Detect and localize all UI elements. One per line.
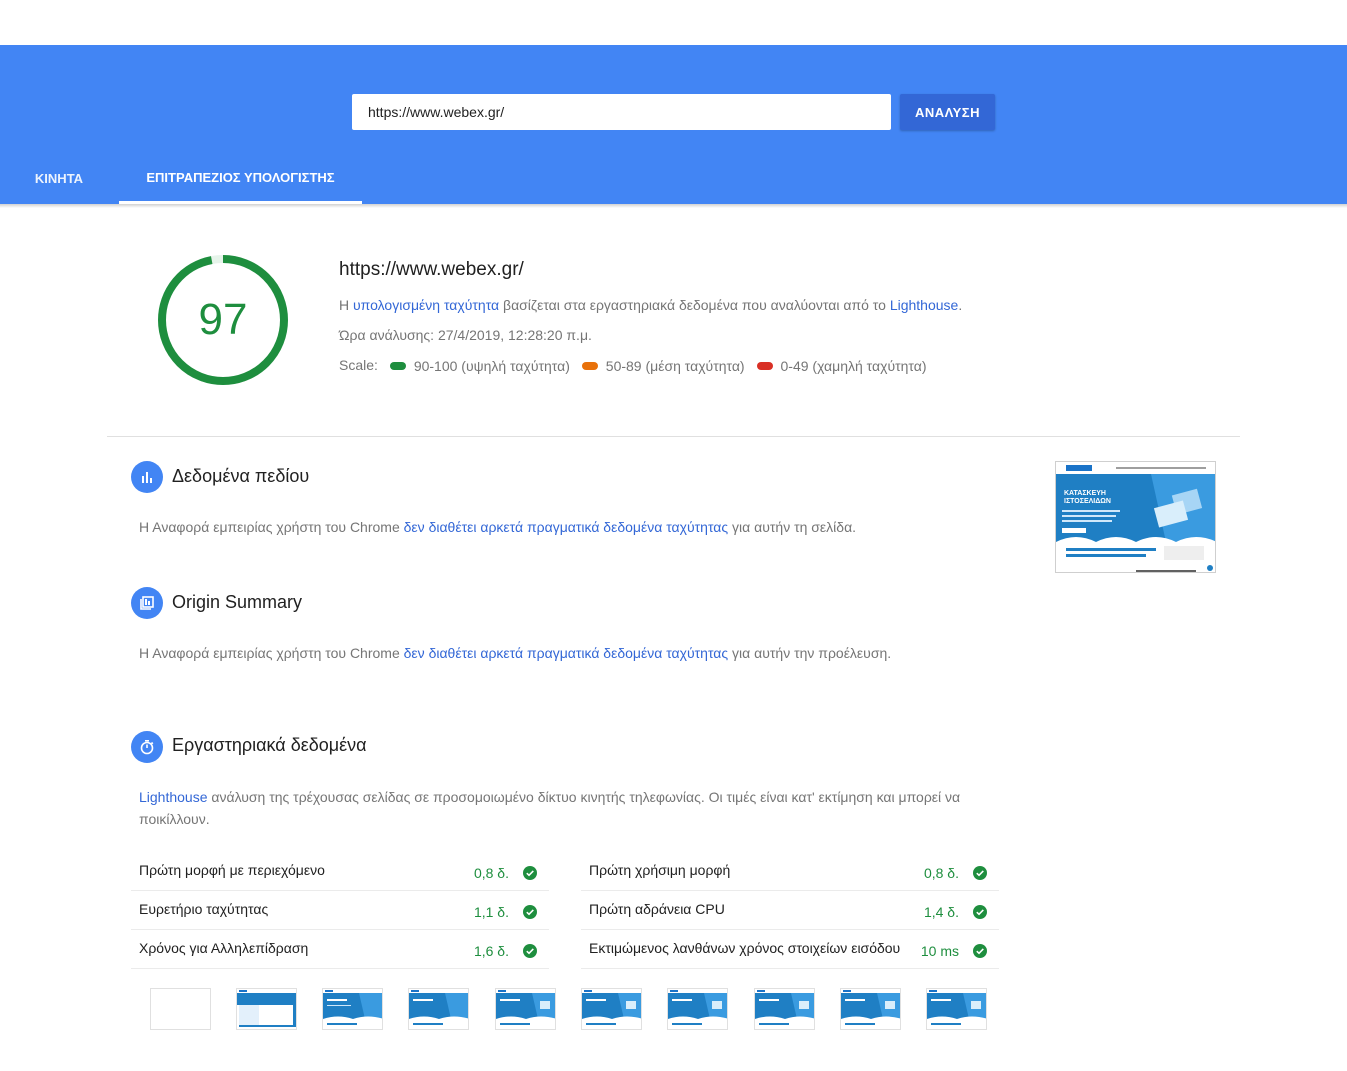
estimated-speed-link[interactable]: υπολογισμένη ταχύτητα bbox=[353, 297, 499, 313]
tab-mobile[interactable]: ΚΙΝΗΤΑ bbox=[0, 153, 118, 204]
scale-average-label: 50-89 (μέση ταχύτητα) bbox=[605, 358, 745, 374]
scale-dot-fast bbox=[389, 362, 406, 370]
origin-summary-prefix: Η Αναφορά εμπειρίας χρήστη του Chrome bbox=[139, 645, 404, 661]
estimated-speed-line: Η υπολογισμένη ταχύτητα βασίζεται στα ερ… bbox=[339, 297, 962, 313]
estimated-middle: βασίζεται στα εργαστηριακά δεδομένα που … bbox=[499, 297, 890, 313]
metric-first-meaningful-paint: Πρώτη χρήσιμη μορφή 0,8 δ. bbox=[581, 852, 999, 891]
filmstrip-frame bbox=[322, 988, 383, 1030]
lab-data-text: Lighthouse ανάλυση της τρέχουσας σελίδας… bbox=[139, 786, 999, 830]
metric-value: 10 ms bbox=[920, 943, 959, 959]
lab-lighthouse-link[interactable]: Lighthouse bbox=[139, 789, 208, 805]
filmstrip-frame-blank bbox=[150, 988, 211, 1030]
estimated-suffix: . bbox=[958, 297, 963, 313]
scale-legend: Scale: 90-100 (υψηλή ταχύτητα) 50-89 (μέ… bbox=[339, 357, 935, 374]
check-circle-icon bbox=[523, 944, 537, 958]
metric-speed-index: Ευρετήριο ταχύτητας 1,1 δ. bbox=[131, 891, 549, 930]
scale-slow: 0-49 (χαμηλή ταχύτητα) bbox=[756, 358, 927, 374]
origin-summary-text: Η Αναφορά εμπειρίας χρήστη του Chrome δε… bbox=[139, 642, 891, 664]
header-bar: ΑΝΑΛΥΣΗ ΚΙΝΗΤΑ ΕΠΙΤΡΑΠΕΖΙΟΣ ΥΠΟΛΟΓΙΣΤΗΣ bbox=[0, 45, 1347, 204]
filmstrip-frame bbox=[495, 988, 556, 1030]
scale-fast: 90-100 (υψηλή ταχύτητα) bbox=[389, 358, 570, 374]
check-circle-icon bbox=[973, 905, 987, 919]
analyze-button[interactable]: ΑΝΑΛΥΣΗ bbox=[900, 94, 995, 130]
section-divider bbox=[107, 436, 1240, 437]
scale-slow-label: 0-49 (χαμηλή ταχύτητα) bbox=[780, 358, 927, 374]
scale-fast-label: 90-100 (υψηλή ταχύτητα) bbox=[413, 358, 570, 374]
field-data-title: Δεδομένα πεδίου bbox=[172, 466, 310, 486]
metric-label: Πρώτη μορφή με περιεχόμενο bbox=[139, 862, 325, 878]
url-input[interactable] bbox=[352, 94, 891, 130]
scale-dot-average bbox=[581, 362, 598, 370]
field-data-link[interactable]: δεν διαθέτει αρκετά πραγματικά δεδομένα … bbox=[404, 519, 729, 535]
header-shadow bbox=[0, 204, 1347, 208]
metric-value: 1,6 δ. bbox=[473, 943, 509, 959]
metric-value: 0,8 δ. bbox=[473, 865, 509, 881]
score-value: 97 bbox=[198, 295, 248, 344]
filmstrip-frame bbox=[754, 988, 815, 1030]
metric-label: Πρώτη χρήσιμη μορφή bbox=[589, 862, 731, 878]
filmstrip-frame bbox=[667, 988, 728, 1030]
page-screenshot-thumbnail: ΚΑΤΑΣΚΕΥΗ ΙΣΤΟΣΕΛΙΔΩΝ bbox=[1055, 461, 1216, 573]
field-data-text: Η Αναφορά εμπειρίας χρήστη του Chrome δε… bbox=[139, 516, 856, 538]
metric-label: Ευρετήριο ταχύτητας bbox=[139, 901, 269, 917]
lighthouse-link[interactable]: Lighthouse bbox=[890, 297, 959, 313]
lab-data-title: Εργαστηριακά δεδομένα bbox=[172, 735, 367, 755]
tab-desktop[interactable]: ΕΠΙΤΡΑΠΕΖΙΟΣ ΥΠΟΛΟΓΙΣΤΗΣ bbox=[119, 153, 362, 204]
metric-label: Εκτιμώμενος λανθάνων χρόνος στοιχείων ει… bbox=[589, 940, 901, 956]
field-data-prefix: Η Αναφορά εμπειρίας χρήστη του Chrome bbox=[139, 519, 404, 535]
metric-value: 1,1 δ. bbox=[473, 904, 509, 920]
scale-average: 50-89 (μέση ταχύτητα) bbox=[581, 358, 745, 374]
metric-value: 0,8 δ. bbox=[923, 865, 959, 881]
origin-summary-icon bbox=[131, 587, 163, 619]
metric-time-to-interactive: Χρόνος για Αλληλεπίδραση 1,6 δ. bbox=[131, 930, 549, 969]
filmstrip-frame bbox=[236, 988, 297, 1030]
estimated-prefix: Η bbox=[339, 297, 353, 313]
scale-dot-slow bbox=[756, 362, 773, 370]
check-circle-icon bbox=[973, 944, 987, 958]
summary-url: https://www.webex.gr/ bbox=[339, 259, 524, 280]
origin-summary-title: Origin Summary bbox=[172, 592, 303, 612]
scale-label: Scale: bbox=[339, 357, 378, 373]
metric-label: Χρόνος για Αλληλεπίδραση bbox=[139, 940, 309, 956]
check-circle-icon bbox=[523, 905, 537, 919]
origin-summary-suffix: για αυτήν την προέλευση. bbox=[728, 645, 892, 661]
filmstrip-frame bbox=[581, 988, 642, 1030]
lab-data-description: ανάλυση της τρέχουσας σελίδας σε προσομο… bbox=[139, 789, 961, 827]
metric-first-contentful-paint: Πρώτη μορφή με περιεχόμενο 0,8 δ. bbox=[131, 852, 549, 891]
filmstrip-frame bbox=[840, 988, 901, 1030]
field-data-suffix: για αυτήν τη σελίδα. bbox=[728, 519, 857, 535]
bar-chart-icon bbox=[131, 461, 163, 493]
metric-input-latency: Εκτιμώμενος λανθάνων χρόνος στοιχείων ει… bbox=[581, 930, 999, 969]
analysis-time: Ώρα ανάλυσης: 27/4/2019, 12:28:20 π.μ. bbox=[339, 327, 592, 343]
metric-label: Πρώτη αδράνεια CPU bbox=[589, 901, 725, 917]
filmstrip-frame bbox=[926, 988, 987, 1030]
stopwatch-icon bbox=[131, 731, 163, 763]
metric-first-cpu-idle: Πρώτη αδράνεια CPU 1,4 δ. bbox=[581, 891, 999, 930]
check-circle-icon bbox=[973, 866, 987, 880]
metric-value: 1,4 δ. bbox=[923, 904, 959, 920]
check-circle-icon bbox=[523, 866, 537, 880]
thumbnail-heading: ΚΑΤΑΣΚΕΥΗ ΙΣΤΟΣΕΛΙΔΩΝ bbox=[1064, 490, 1111, 505]
origin-summary-link[interactable]: δεν διαθέτει αρκετά πραγματικά δεδομένα … bbox=[404, 645, 729, 661]
filmstrip-frame bbox=[408, 988, 469, 1030]
